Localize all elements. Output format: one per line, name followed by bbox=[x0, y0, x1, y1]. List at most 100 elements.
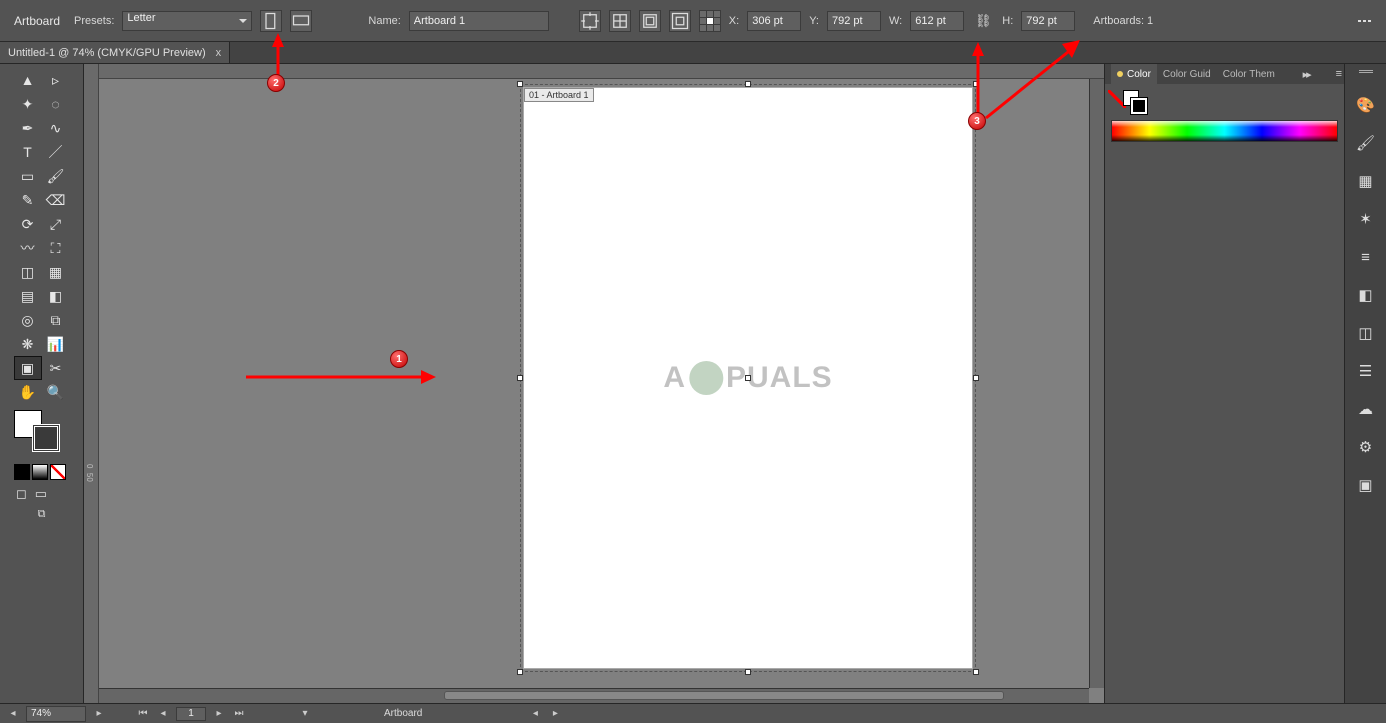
x-input[interactable] bbox=[747, 11, 801, 31]
properties-icon[interactable]: ⚙ bbox=[1355, 436, 1377, 458]
pen-tool[interactable]: ✒ bbox=[14, 116, 42, 140]
scale-tool[interactable]: ⤢ bbox=[42, 212, 70, 236]
gradient-mode-swatch[interactable] bbox=[32, 464, 48, 480]
show-cross-hairs-toggle[interactable] bbox=[639, 10, 661, 32]
artboard-name-input[interactable] bbox=[409, 11, 549, 31]
color-mode-swatch[interactable] bbox=[14, 464, 30, 480]
move-artwork-toggle[interactable] bbox=[579, 10, 601, 32]
zoom-out-icon[interactable]: ◂ bbox=[6, 707, 20, 721]
color-panel-tab[interactable]: Color bbox=[1111, 64, 1157, 84]
color-spectrum[interactable] bbox=[1111, 120, 1338, 142]
color-themes-panel-tab[interactable]: Color Them bbox=[1217, 64, 1281, 84]
presets-dropdown[interactable]: Letter bbox=[122, 11, 252, 31]
lasso-tool[interactable]: ◌ bbox=[42, 92, 70, 116]
type-tool[interactable]: T bbox=[14, 140, 42, 164]
pencil-tool[interactable]: ✎ bbox=[14, 188, 42, 212]
prev-artboard-icon[interactable]: ◂ bbox=[156, 707, 170, 721]
resize-handle-e[interactable] bbox=[973, 375, 979, 381]
next-artboard-icon[interactable]: ▸ bbox=[212, 707, 226, 721]
rotate-tool[interactable]: ⟳ bbox=[14, 212, 42, 236]
first-artboard-icon[interactable]: ⏮ bbox=[136, 707, 150, 721]
zoom-in-icon[interactable]: ▸ bbox=[92, 707, 106, 721]
graphic-styles-icon[interactable]: ◫ bbox=[1355, 322, 1377, 344]
width-tool[interactable]: 〰 bbox=[14, 236, 42, 260]
swatches-icon[interactable]: ▦ bbox=[1355, 170, 1377, 192]
rectangle-tool[interactable]: ▭ bbox=[14, 164, 42, 188]
eyedropper-tool[interactable]: ◎ bbox=[14, 308, 42, 332]
artboard-index-input[interactable] bbox=[176, 707, 206, 721]
free-transform-tool[interactable]: ⛶ bbox=[42, 236, 70, 260]
presets-label: Presets: bbox=[74, 15, 114, 27]
horizontal-scrollbar-thumb[interactable] bbox=[444, 691, 1004, 700]
horizontal-ruler[interactable] bbox=[84, 64, 1104, 79]
orientation-landscape-button[interactable] bbox=[290, 10, 312, 32]
status-menu-icon[interactable]: ▾ bbox=[298, 707, 312, 721]
resize-handle-n[interactable] bbox=[745, 81, 751, 87]
width-input[interactable] bbox=[910, 11, 964, 31]
shape-builder-tool[interactable]: ◫ bbox=[14, 260, 42, 284]
gradient-tool[interactable]: ◧ bbox=[42, 284, 70, 308]
color-guide-panel-tab[interactable]: Color Guid bbox=[1157, 64, 1217, 84]
libraries-icon[interactable]: ☁ bbox=[1355, 398, 1377, 420]
appearance-icon[interactable]: ◧ bbox=[1355, 284, 1377, 306]
brushes-icon[interactable]: 🖌 bbox=[1355, 132, 1377, 154]
resize-handle-se[interactable] bbox=[973, 669, 979, 675]
mesh-tool[interactable]: ▤ bbox=[14, 284, 42, 308]
status-nav-left-icon[interactable]: ◂ bbox=[528, 707, 542, 721]
curvature-tool[interactable]: ∿ bbox=[42, 116, 70, 140]
orientation-portrait-button[interactable] bbox=[260, 10, 282, 32]
normal-draw-mode-icon[interactable]: ◻ bbox=[16, 486, 27, 502]
selection-tool[interactable]: ▲ bbox=[14, 68, 42, 92]
vertical-scrollbar[interactable] bbox=[1089, 79, 1104, 688]
horizontal-scrollbar[interactable] bbox=[99, 688, 1089, 703]
stroke-icon[interactable]: ≡ bbox=[1355, 246, 1377, 268]
column-graph-tool[interactable]: 📊 bbox=[42, 332, 70, 356]
reference-point-grid[interactable] bbox=[699, 10, 721, 32]
document-tab[interactable]: Untitled-1 @ 74% (CMYK/GPU Preview) x bbox=[0, 42, 230, 63]
resize-handle-sw[interactable] bbox=[517, 669, 523, 675]
y-input[interactable] bbox=[827, 11, 881, 31]
status-nav-right-icon[interactable]: ▸ bbox=[548, 707, 562, 721]
zoom-tool[interactable]: 🔍 bbox=[42, 380, 70, 404]
close-tab-icon[interactable]: x bbox=[216, 47, 222, 59]
artboard-tool[interactable]: ▣ bbox=[14, 356, 42, 380]
resize-handle-nw[interactable] bbox=[517, 81, 523, 87]
hand-tool[interactable]: ✋ bbox=[14, 380, 42, 404]
none-mode-swatch[interactable] bbox=[50, 464, 66, 480]
control-bar-overflow-icon[interactable] bbox=[1358, 20, 1378, 22]
layers-icon[interactable]: ☰ bbox=[1355, 360, 1377, 382]
dock-collapse-icon[interactable] bbox=[1359, 70, 1373, 78]
change-screen-mode-icon[interactable]: ⧉ bbox=[38, 508, 46, 521]
artboards-panel-icon[interactable]: ▣ bbox=[1355, 474, 1377, 496]
symbol-sprayer-tool[interactable]: ❋ bbox=[14, 332, 42, 356]
eraser-tool[interactable]: ⌫ bbox=[42, 188, 70, 212]
show-center-mark-toggle[interactable] bbox=[609, 10, 631, 32]
canvas-area[interactable]: 0 50 A PUALS 01 - Artboard 1 bbox=[84, 64, 1104, 703]
constrain-proportions-icon[interactable]: ⛓ bbox=[972, 11, 994, 31]
screen-mode-icon[interactable]: ▭ bbox=[35, 486, 47, 502]
color-palette-icon[interactable]: 🎨 bbox=[1355, 94, 1377, 116]
vertical-ruler[interactable]: 0 50 bbox=[84, 64, 99, 703]
height-input[interactable] bbox=[1021, 11, 1075, 31]
paintbrush-tool[interactable]: 🖌 bbox=[42, 164, 70, 188]
zoom-level-input[interactable] bbox=[26, 706, 86, 722]
line-segment-tool[interactable]: ／ bbox=[42, 140, 70, 164]
magic-wand-tool[interactable]: ✦ bbox=[14, 92, 42, 116]
panel-menu-icon[interactable]: ≡ bbox=[1332, 68, 1344, 80]
blend-tool[interactable]: ⧉ bbox=[42, 308, 70, 332]
last-artboard-icon[interactable]: ⏭ bbox=[232, 707, 246, 721]
stroke-swatch[interactable] bbox=[32, 424, 60, 452]
resize-handle-center[interactable] bbox=[745, 375, 751, 381]
fill-stroke-swatches[interactable] bbox=[0, 404, 83, 470]
direct-selection-tool[interactable]: ▹ bbox=[42, 68, 70, 92]
panel-stroke-swatch[interactable] bbox=[1131, 98, 1147, 114]
symbols-icon[interactable]: ✶ bbox=[1355, 208, 1377, 230]
perspective-grid-tool[interactable]: ▦ bbox=[42, 260, 70, 284]
show-safe-areas-toggle[interactable] bbox=[669, 10, 691, 32]
mode-label: Artboard bbox=[8, 14, 66, 28]
fill-stroke-mini[interactable] bbox=[1111, 90, 1141, 114]
slice-tool[interactable]: ✂ bbox=[42, 356, 70, 380]
panel-overflow-icon[interactable]: ▸▸ bbox=[1299, 68, 1314, 81]
resize-handle-s[interactable] bbox=[745, 669, 751, 675]
resize-handle-w[interactable] bbox=[517, 375, 523, 381]
